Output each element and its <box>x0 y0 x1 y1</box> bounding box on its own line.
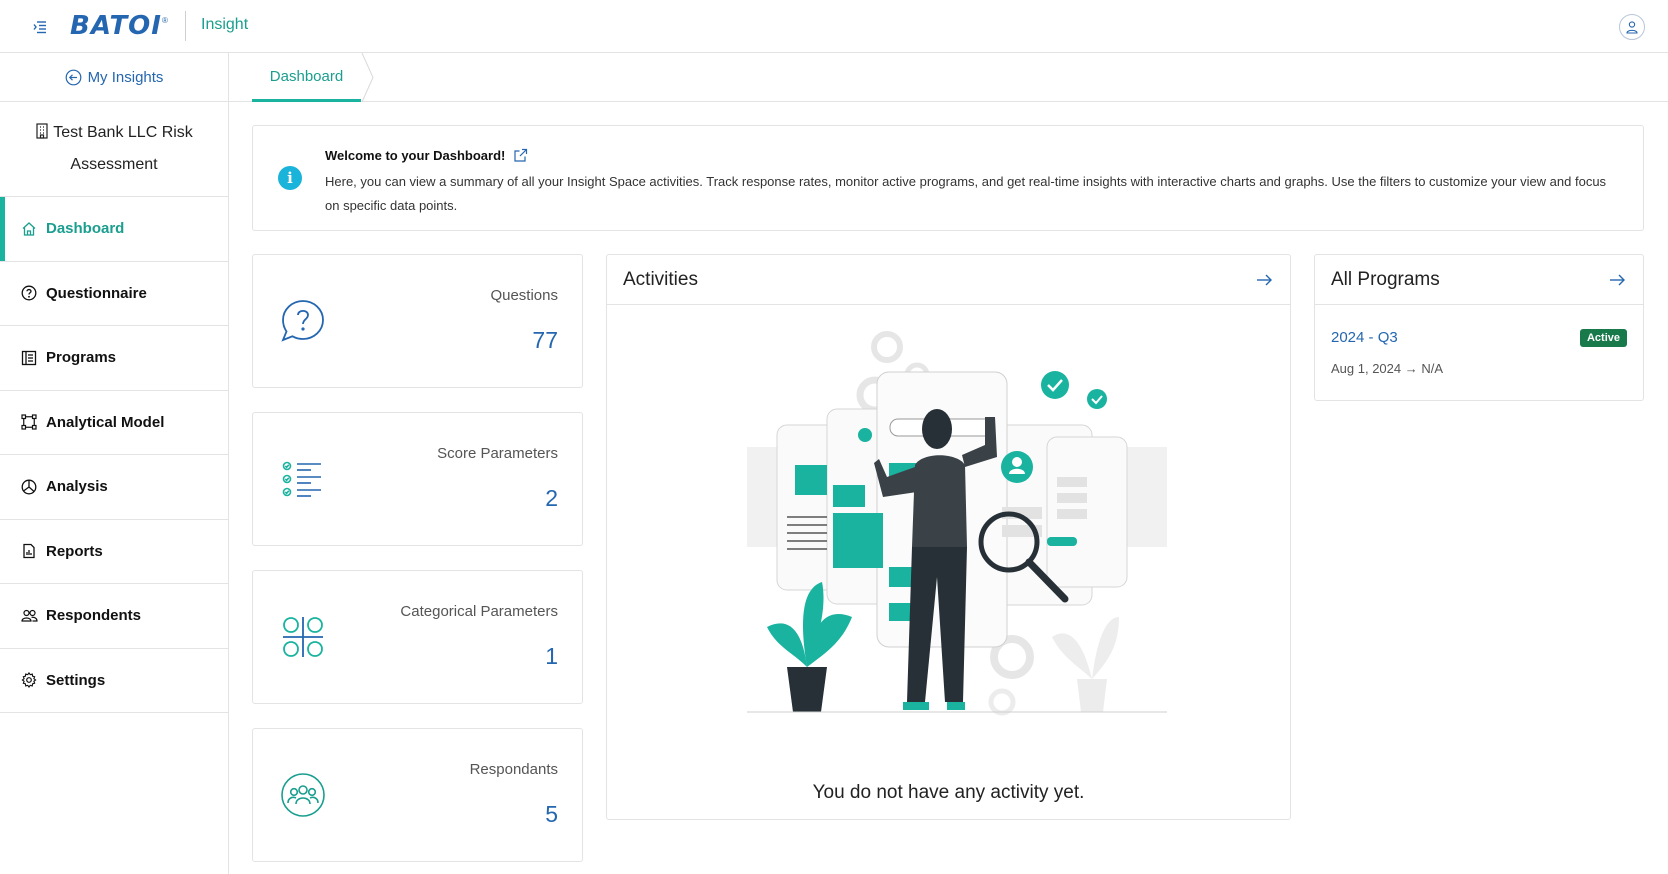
empty-activity-message: You do not have any activity yet. <box>812 782 1085 803</box>
nodes-icon <box>20 413 38 431</box>
stat-card-score-parameters[interactable]: Score Parameters 2 <box>252 412 583 546</box>
info-title-text: Welcome to your Dashboard! <box>325 148 506 163</box>
stat-value: 1 <box>545 643 558 669</box>
sidebar-item-dashboard[interactable]: Dashboard <box>0 197 228 262</box>
stat-card-categorical-parameters[interactable]: Categorical Parameters 1 <box>252 570 583 704</box>
sidebar-item-label: Analytical Model <box>46 413 165 431</box>
status-badge: Active <box>1579 329 1627 347</box>
sidebar-item-label: Dashboard <box>46 220 125 238</box>
command-icon <box>279 613 327 661</box>
top-bar: BATOI ® Insight <box>0 0 1668 53</box>
stat-label: Categorical Parameters <box>400 603 558 620</box>
stat-value: 2 <box>545 485 558 511</box>
menu-toggle-icon[interactable] <box>30 17 50 37</box>
stat-card-questions[interactable]: Questions 77 <box>252 254 583 388</box>
welcome-info-card: i Welcome to your Dashboard! Here, you c… <box>252 125 1644 231</box>
program-dates: Aug 1, 2024 → N/A <box>1331 361 1444 376</box>
program-link[interactable]: 2024 - Q3 <box>1331 329 1398 346</box>
programs-title: All Programs <box>1331 268 1440 290</box>
activities-card: Activities You do not have any activity … <box>606 254 1291 820</box>
header-divider <box>185 11 186 41</box>
pie-chart-icon <box>20 478 38 496</box>
sidebar-item-label: Respondents <box>46 607 142 625</box>
sidebar-item-reports[interactable]: Reports <box>0 520 228 584</box>
sidebar-item-label: Questionnaire <box>46 284 147 302</box>
programs-card: All Programs 2024 - Q3 Active Aug 1, 202… <box>1314 254 1644 401</box>
gear-icon <box>20 671 38 689</box>
users-icon <box>20 607 38 625</box>
arrow-right-icon[interactable] <box>1607 270 1627 290</box>
info-text: Here, you can view a summary of all your… <box>325 174 1607 213</box>
stat-value: 77 <box>532 327 558 353</box>
sidebar: My Insights Test Bank LLC Risk Assessmen… <box>0 53 229 874</box>
user-avatar-icon[interactable] <box>1619 14 1645 40</box>
list-document-icon <box>20 349 38 367</box>
logo-text: BATOI <box>70 11 162 41</box>
stat-value: 5 <box>545 801 558 827</box>
stat-label: Score Parameters <box>437 445 558 462</box>
back-arrow-circle-icon <box>65 69 81 85</box>
app-name: Insight <box>201 16 249 33</box>
breadcrumb-chevron-icon <box>361 53 374 102</box>
sidebar-item-respondents[interactable]: Respondents <box>0 584 228 649</box>
back-to-my-insights-link[interactable]: My Insights <box>0 53 228 102</box>
sidebar-item-settings[interactable]: Settings <box>0 649 228 713</box>
brand-logo[interactable]: BATOI ® <box>70 10 168 42</box>
external-link-icon[interactable] <box>513 148 528 163</box>
stat-label: Questions <box>490 287 558 304</box>
info-title: Welcome to your Dashboard! <box>325 148 528 163</box>
sidebar-item-questionnaire[interactable]: Questionnaire <box>0 262 228 326</box>
sidebar-item-label: Reports <box>46 542 103 560</box>
checklist-icon <box>279 455 327 503</box>
sidebar-item-analytical-model[interactable]: Analytical Model <box>0 391 228 455</box>
building-icon <box>36 123 48 139</box>
sidebar-item-label: Analysis <box>46 478 108 496</box>
programs-header: All Programs <box>1315 255 1643 305</box>
sidebar-item-label: Settings <box>46 671 106 689</box>
project-title: Test Bank LLC Risk Assessment <box>0 102 228 197</box>
logo-registered-mark: ® <box>161 15 168 25</box>
activities-header: Activities <box>607 255 1290 305</box>
question-circle-icon <box>20 284 38 302</box>
back-link-label: My Insights <box>87 68 164 86</box>
home-icon <box>20 220 38 238</box>
tab-bar: Dashboard <box>229 53 1668 102</box>
question-bubble-icon <box>279 297 327 345</box>
tab-dashboard[interactable]: Dashboard <box>252 53 361 102</box>
arrow-right-icon[interactable] <box>1254 270 1274 290</box>
report-icon <box>20 542 38 560</box>
stat-card-respondants[interactable]: Respondants 5 <box>252 728 583 862</box>
project-title-text: Test Bank LLC Risk Assessment <box>53 124 193 173</box>
group-icon <box>279 771 327 819</box>
sidebar-item-label: Programs <box>46 349 117 367</box>
sidebar-item-programs[interactable]: Programs <box>0 326 228 391</box>
info-icon: i <box>278 166 302 190</box>
sidebar-item-analysis[interactable]: Analysis <box>0 455 228 520</box>
empty-activity-illustration <box>747 331 1167 716</box>
activities-title: Activities <box>623 268 698 290</box>
stat-label: Respondants <box>469 761 558 778</box>
